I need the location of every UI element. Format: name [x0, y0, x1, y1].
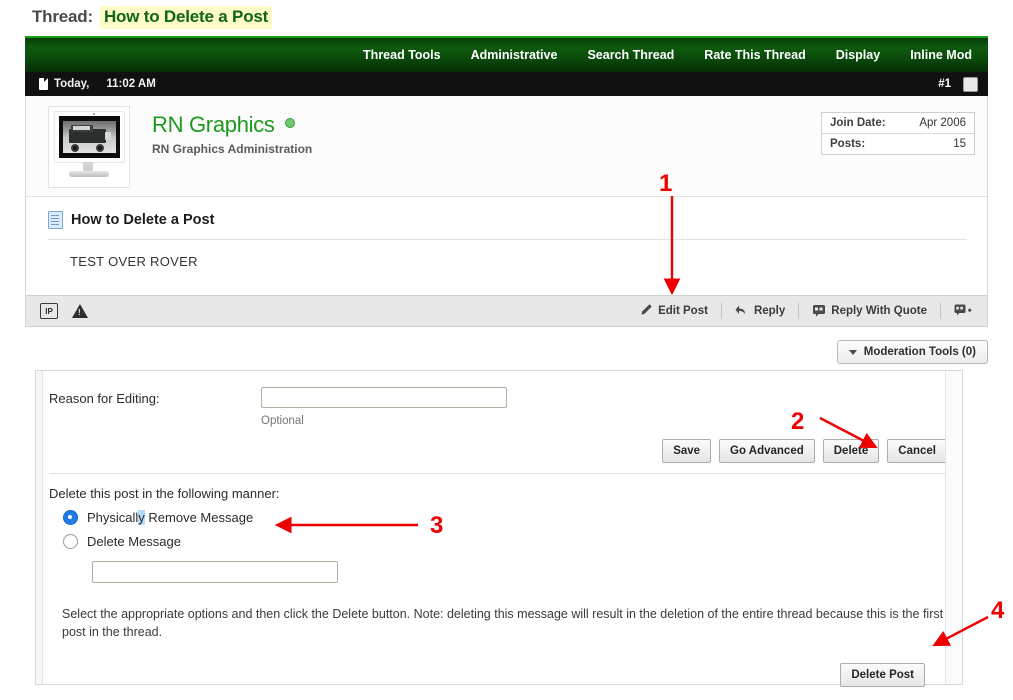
annotation-arrows [0, 0, 1013, 700]
annotation-number-1: 1 [659, 170, 672, 198]
annotation-number-2: 2 [791, 408, 804, 436]
annotation-number-3: 3 [430, 512, 443, 540]
annotation-number-4: 4 [991, 597, 1004, 625]
